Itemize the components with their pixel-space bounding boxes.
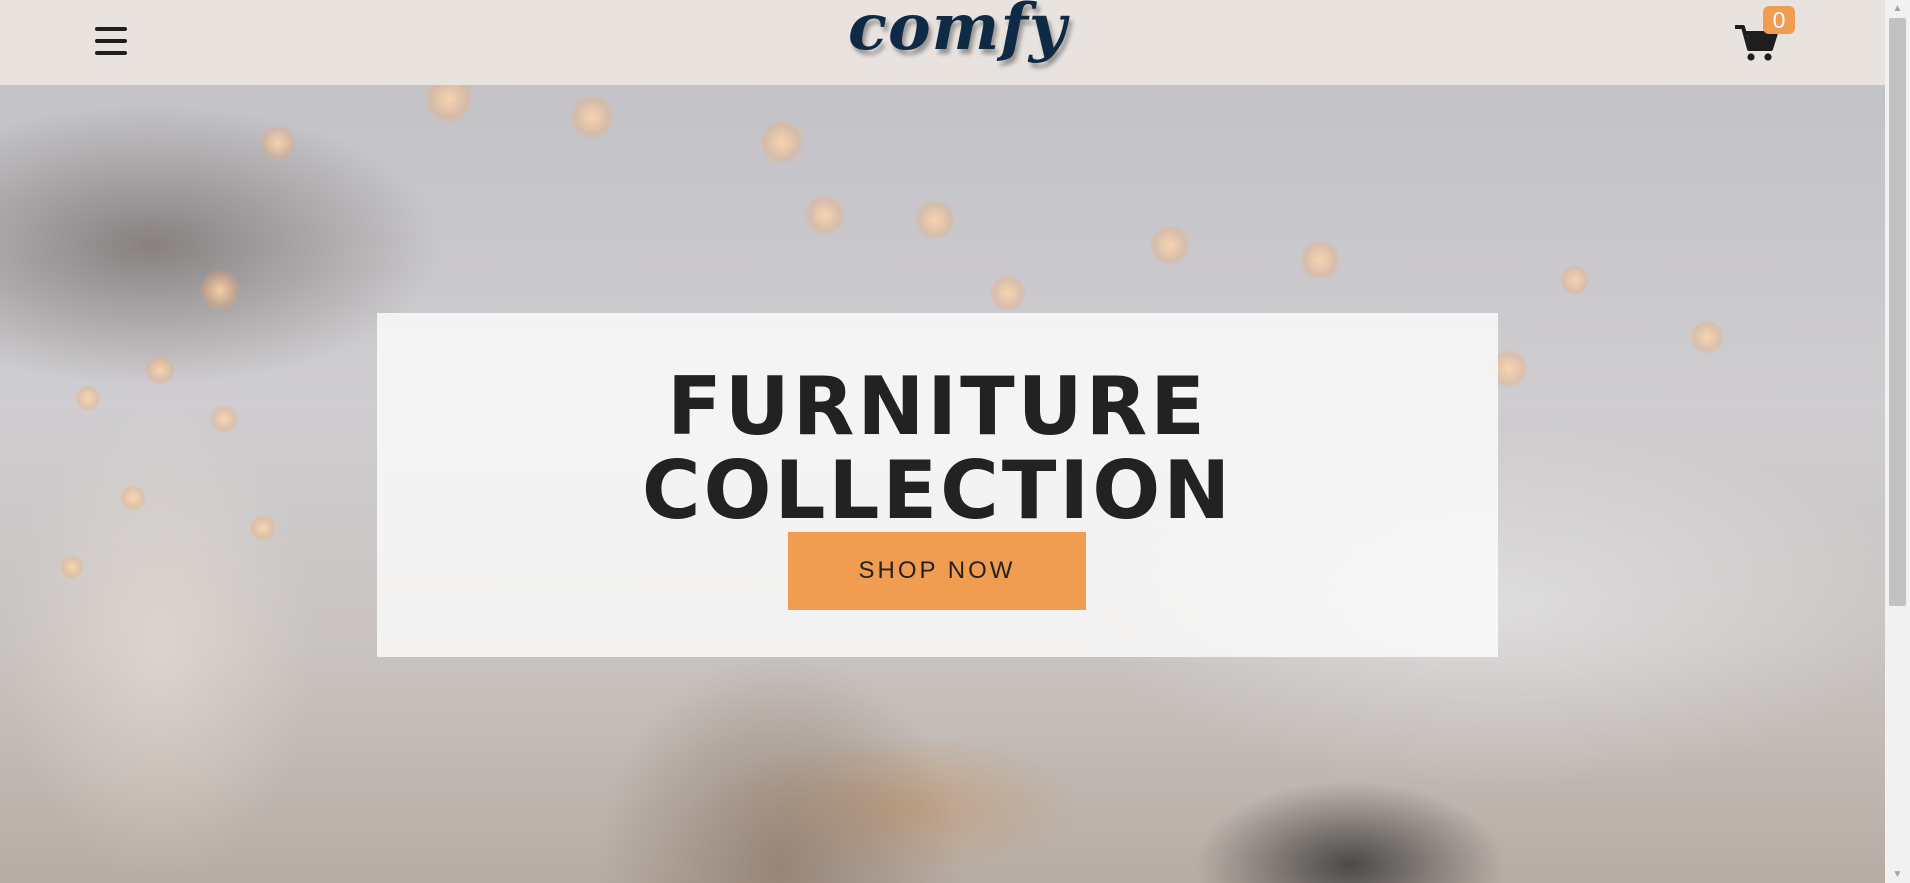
bokeh-light [990,275,1026,311]
bokeh-light [260,125,296,161]
bokeh-light [120,485,146,511]
bokeh-light [805,195,845,235]
hero-banner: FURNITURE COLLECTION SHOP NOW [377,313,1498,657]
hero-title: FURNITURE COLLECTION [641,360,1234,537]
vertical-scrollbar[interactable]: ▲ ▼ [1885,0,1910,883]
bokeh-light [1560,265,1590,295]
navbar: comfy 0 [0,0,1885,85]
page: comfy 0 FURNITURE COLLECTION SHOP NOW ▲ … [0,0,1910,883]
cart-count-badge: 0 [1763,6,1795,34]
cart-button[interactable]: 0 [1735,6,1795,68]
bokeh-light [570,95,614,139]
bokeh-light [200,270,240,310]
bokeh-light [145,355,175,385]
bokeh-light [915,200,955,240]
menu-bar-line [95,27,127,31]
logo[interactable]: comfy [848,0,1067,60]
scrollbar-thumb[interactable] [1889,18,1906,606]
bokeh-light [60,555,84,579]
hamburger-menu-icon[interactable] [92,24,130,58]
scroll-up-arrow-icon[interactable]: ▲ [1885,0,1910,17]
bokeh-light [1690,320,1724,354]
menu-bar-line [95,39,127,43]
bokeh-light [1150,225,1190,265]
bokeh-light [760,120,804,164]
bokeh-light [425,85,473,123]
scroll-down-arrow-icon[interactable]: ▼ [1885,866,1910,883]
shop-now-button[interactable]: SHOP NOW [788,532,1086,610]
bokeh-light [210,405,238,433]
hero-section: FURNITURE COLLECTION SHOP NOW [0,85,1885,883]
bokeh-light [1300,240,1340,280]
bokeh-light [250,515,276,541]
bokeh-light [75,385,101,411]
menu-bar-line [95,51,127,55]
